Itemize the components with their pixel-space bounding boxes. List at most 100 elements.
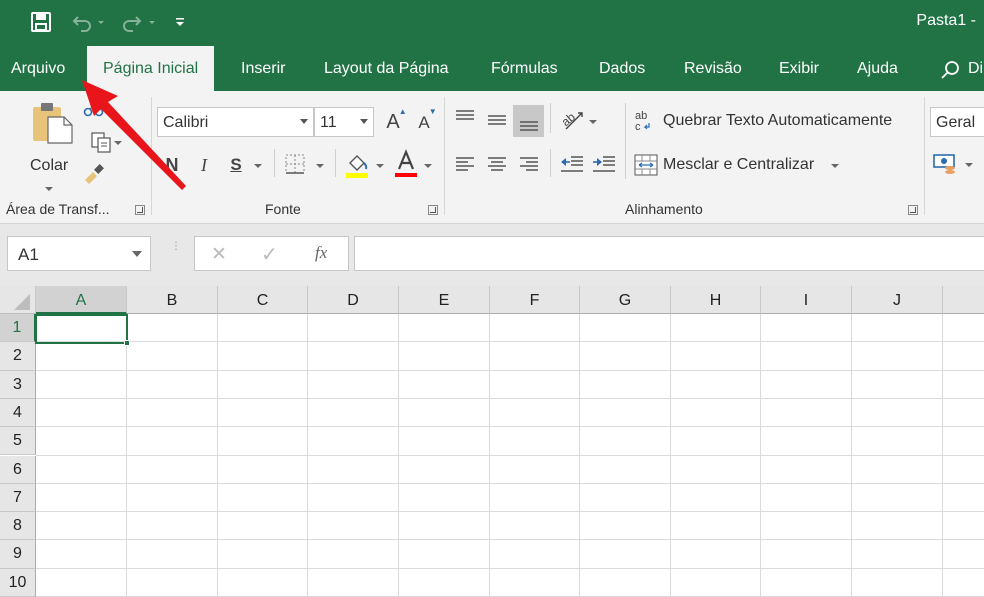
column-header-I[interactable]: I <box>761 286 852 314</box>
row-header-1[interactable]: 1 <box>0 314 36 343</box>
bold-button[interactable]: N <box>160 153 184 177</box>
wrap-text-button[interactable]: ab c Quebrar Texto Automaticamente <box>634 109 914 135</box>
align-bottom-icon <box>519 121 538 131</box>
font-dialog-launcher[interactable] <box>428 205 438 215</box>
borders-icon <box>285 154 305 174</box>
column-header-J[interactable]: J <box>852 286 943 314</box>
paste-label: Colar <box>30 157 69 174</box>
tab-layout-da-pagina[interactable]: Layout da Página <box>324 60 449 78</box>
customize-qat-button[interactable] <box>174 12 186 36</box>
accounting-dropdown-icon[interactable] <box>965 163 973 167</box>
row-header-8[interactable]: 8 <box>0 512 36 541</box>
column-header-A[interactable]: A <box>36 286 127 314</box>
chevron-down-icon <box>300 119 308 124</box>
separator <box>550 103 551 133</box>
align-right-button[interactable] <box>516 151 542 177</box>
underline-dropdown-icon[interactable] <box>254 164 262 168</box>
align-left-button[interactable] <box>452 151 478 177</box>
select-all-icon <box>14 294 30 310</box>
merge-center-button[interactable]: Mesclar e Centralizar <box>634 153 844 179</box>
tab-arquivo[interactable]: Arquivo <box>11 60 65 78</box>
italic-button[interactable]: I <box>192 153 216 177</box>
wrap-text-icon: abc <box>635 110 650 133</box>
borders-dropdown-icon[interactable] <box>316 164 324 168</box>
separator <box>335 149 336 177</box>
tab-dados[interactable]: Dados <box>599 60 645 78</box>
align-bottom-button[interactable] <box>513 105 544 137</box>
row-header-2[interactable]: 2 <box>0 342 36 371</box>
copy-icon <box>91 132 111 153</box>
decrease-indent-button[interactable] <box>558 151 586 177</box>
formula-input[interactable] <box>354 236 984 271</box>
number-format-combo[interactable]: Geral <box>930 107 984 137</box>
row-header-3[interactable]: 3 <box>0 370 36 399</box>
enter-button[interactable]: ✓ <box>261 242 278 267</box>
column-header-E[interactable]: E <box>399 286 490 314</box>
align-middle-button[interactable] <box>484 105 510 133</box>
row-header-7[interactable]: 7 <box>0 483 36 513</box>
redo-button[interactable] <box>118 9 158 41</box>
fill-handle[interactable] <box>124 340 130 346</box>
paste-dropdown-icon <box>45 187 53 191</box>
decrease-font-button[interactable]: A ▼ <box>412 107 436 135</box>
underline-button[interactable]: S <box>224 153 248 177</box>
column-header-K[interactable] <box>943 286 984 314</box>
tab-formulas[interactable]: Fórmulas <box>491 60 558 78</box>
column-header-H[interactable]: H <box>671 286 761 314</box>
select-all-button[interactable] <box>0 286 36 314</box>
format-painter-button[interactable] <box>82 161 108 185</box>
tab-inserir[interactable]: Inserir <box>241 60 285 78</box>
tab-exibir[interactable]: Exibir <box>779 60 819 78</box>
row-header-4[interactable]: 4 <box>0 398 36 428</box>
font-size-combo[interactable]: 11 <box>314 107 374 137</box>
row-header-6[interactable]: 6 <box>0 455 36 484</box>
row-gridline <box>36 567 984 569</box>
insert-function-button[interactable]: fx <box>315 243 327 263</box>
font-color-dropdown-icon[interactable] <box>424 164 432 168</box>
undo-button[interactable] <box>72 9 108 41</box>
column-header-F[interactable]: F <box>490 286 580 314</box>
align-center-button[interactable] <box>484 151 510 177</box>
orientation-dropdown-icon[interactable] <box>589 120 597 124</box>
tell-me-search[interactable]: Di <box>940 60 983 80</box>
font-color-button[interactable] <box>394 149 418 179</box>
spreadsheet-grid[interactable]: A B C D E F G H I J 1 2 3 4 5 6 7 8 9 10 <box>0 286 984 597</box>
cut-button[interactable] <box>82 101 106 119</box>
row-gridline <box>36 539 984 541</box>
paste-button[interactable]: Colar <box>26 99 76 191</box>
text-orientation-icon: ab <box>559 110 583 130</box>
copy-button[interactable] <box>82 131 122 153</box>
formula-bar-grip-icon[interactable]: ⋮ <box>171 242 181 264</box>
group-separator <box>444 97 445 215</box>
tab-pagina-inicial[interactable]: Página Inicial <box>87 46 215 91</box>
increase-indent-button[interactable] <box>590 151 618 177</box>
tab-revisao[interactable]: Revisão <box>684 60 742 78</box>
column-gridline <box>217 314 218 597</box>
increase-font-button[interactable]: A ▲ <box>380 107 406 135</box>
name-box[interactable]: A1 <box>7 236 151 271</box>
orientation-button[interactable]: ab <box>558 105 586 131</box>
wrap-text-label: Quebrar Texto Automaticamente <box>663 112 893 129</box>
row-header-5[interactable]: 5 <box>0 427 36 456</box>
alignment-dialog-launcher[interactable] <box>908 205 918 215</box>
tab-ajuda[interactable]: Ajuda <box>857 60 898 78</box>
save-button[interactable] <box>30 11 52 39</box>
font-name-combo[interactable]: Calibri <box>157 107 314 137</box>
ribbon-home: Colar Área de Transf... Calibri 11 A ▲ A ▼… <box>0 91 984 224</box>
selected-cell-a1[interactable] <box>35 314 128 344</box>
clipboard-dialog-launcher[interactable] <box>135 205 145 215</box>
column-header-B[interactable]: B <box>127 286 218 314</box>
column-header-C[interactable]: C <box>218 286 308 314</box>
row-header-10[interactable]: 10 <box>0 568 36 597</box>
row-header-9[interactable]: 9 <box>0 540 36 569</box>
column-header-G[interactable]: G <box>580 286 671 314</box>
fill-color-button[interactable] <box>344 151 372 179</box>
merge-center-label: Mesclar e Centralizar <box>663 156 815 173</box>
cancel-button[interactable]: ✕ <box>211 243 227 266</box>
merge-dropdown-icon[interactable] <box>831 164 839 168</box>
column-header-D[interactable]: D <box>308 286 399 314</box>
accounting-format-button[interactable] <box>932 151 960 177</box>
fill-color-dropdown-icon[interactable] <box>376 164 384 168</box>
align-top-button[interactable] <box>452 105 478 129</box>
borders-button[interactable] <box>284 153 306 175</box>
